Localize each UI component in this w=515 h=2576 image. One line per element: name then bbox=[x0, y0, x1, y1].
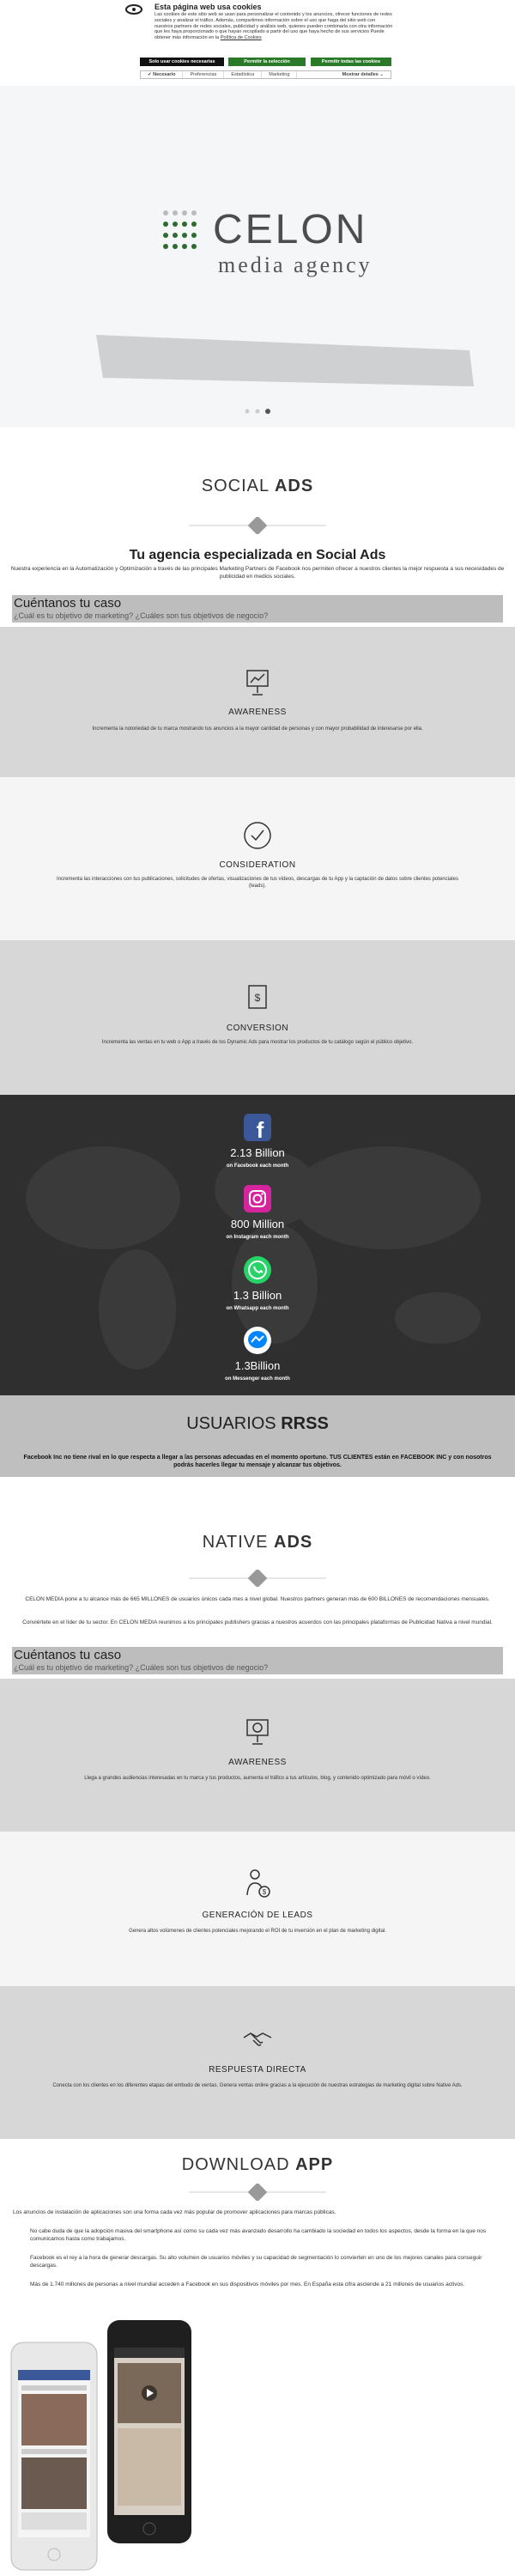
band-title: CONVERSION bbox=[226, 1024, 289, 1033]
band-title: AWARENESS bbox=[228, 708, 287, 717]
phone-mockups-image bbox=[10, 2320, 191, 2571]
band-title: AWARENESS bbox=[228, 1758, 287, 1767]
person-dollar-icon: $ bbox=[246, 1869, 270, 1898]
cookie-banner: Esta página web usa cookies Las cookies … bbox=[0, 0, 515, 86]
stat-number: 1.3 Billion bbox=[233, 1289, 282, 1302]
diamond-divider-icon bbox=[189, 1570, 326, 1587]
rrss-title: USUARIOS RRSS bbox=[186, 1414, 329, 1433]
download-p1: Los anuncios de instalación de aplicacio… bbox=[13, 2209, 336, 2215]
band-direct-response: RESPUESTA DIRECTA Conecta con los client… bbox=[0, 1986, 515, 2139]
band-desc: Incrementa las interacciones con tus pub… bbox=[57, 877, 458, 889]
social-subhead: Tu agencia especializada en Social Ads bbox=[129, 548, 386, 562]
band-consideration: CONSIDERATION Incrementa las interaccion… bbox=[0, 777, 515, 940]
cookie-policy-link[interactable]: Política de Cookies bbox=[221, 35, 262, 40]
checkbox-statistics[interactable]: Estadística bbox=[224, 71, 263, 78]
download-p2: No cabe duda de que la adopción masiva d… bbox=[30, 2228, 487, 2242]
instagram-icon bbox=[244, 1185, 271, 1212]
slide-shape bbox=[96, 335, 474, 386]
native-p1: CELON MEDIA pone a tu alcance más de 665… bbox=[25, 1596, 490, 1602]
messenger-icon bbox=[244, 1327, 271, 1354]
native-case-bar: Cuéntanos tu caso ¿Cuál es tu objetivo d… bbox=[12, 1647, 503, 1674]
slider-pagination[interactable] bbox=[244, 408, 271, 415]
stat-number: 800 Million bbox=[230, 1218, 285, 1230]
svg-text:$: $ bbox=[263, 1888, 267, 1896]
social-case-bar: Cuéntanos tu caso ¿Cuál es tu objetivo d… bbox=[12, 595, 503, 623]
cookie-title: Esta página web usa cookies bbox=[154, 3, 262, 11]
diamond-divider-icon bbox=[189, 2184, 326, 2201]
celon-logo-dots-icon bbox=[163, 210, 197, 249]
svg-text:$: $ bbox=[255, 992, 261, 1004]
band-title: GENERACIÓN DE LEADS bbox=[202, 1911, 313, 1920]
band-native-awareness: AWARENESS Llega a grandes audiencias int… bbox=[0, 1679, 515, 1832]
stat-number: 1.3Billion bbox=[234, 1359, 281, 1372]
whatsapp-icon bbox=[244, 1256, 271, 1284]
checkbox-marketing[interactable]: Marketing bbox=[262, 71, 298, 78]
cookiebot-logo-icon bbox=[125, 4, 142, 15]
presentation-icon bbox=[246, 1719, 269, 1745]
use-necessary-cookies-button[interactable]: Solo usar cookies necesarias bbox=[140, 58, 224, 66]
band-desc: Incrementa las ventas en tu web o App a … bbox=[101, 1040, 414, 1045]
rrss-section: USUARIOS RRSS Facebook Inc no tiene riva… bbox=[0, 1395, 515, 1477]
stat-label: on Messenger each month bbox=[225, 1376, 290, 1382]
facebook-icon: f bbox=[244, 1114, 271, 1143]
social-ads-title: SOCIAL ADS bbox=[201, 477, 314, 495]
checkbox-preferences[interactable]: Preferencias bbox=[183, 71, 225, 78]
case-title: Cuéntanos tu caso bbox=[14, 596, 122, 611]
band-desc: Conecta con los clientes en los diferent… bbox=[52, 2083, 463, 2088]
case-question: ¿Cuál es tu objetivo de marketing? ¿Cuál… bbox=[14, 611, 269, 620]
download-p4: Más de 1.740 millones de personas a nive… bbox=[30, 2281, 465, 2287]
band-desc: Incrementa la notoriedad de tu marca mos… bbox=[92, 726, 423, 732]
handshake-icon bbox=[243, 2032, 272, 2046]
stat-number: 2.13 Billion bbox=[230, 1146, 285, 1159]
stat-label: on Facebook each month bbox=[226, 1163, 289, 1169]
svg-text:f: f bbox=[257, 1117, 264, 1141]
band-desc: Llega a grandes audiencias interesadas e… bbox=[84, 1776, 431, 1781]
allow-selection-button[interactable]: Permitir la selección bbox=[228, 58, 306, 66]
show-details-link[interactable]: Mostrar detalles ⌄ bbox=[336, 71, 391, 78]
stat-label: on Instagram each month bbox=[226, 1235, 289, 1240]
social-intro: Nuestra experiencia en la Automatización… bbox=[10, 566, 505, 580]
rrss-text: Facebook Inc no tiene rival en lo que re… bbox=[23, 1455, 492, 1468]
allow-all-cookies-button[interactable]: Permitir todas las cookies bbox=[311, 58, 391, 66]
download-app-title: DOWNLOAD APP bbox=[181, 2155, 334, 2174]
check-circle-icon bbox=[244, 822, 271, 849]
hero-slider: CELON media agency bbox=[0, 86, 515, 428]
brand-name: CELON bbox=[213, 207, 368, 252]
dollar-card-icon: $ bbox=[248, 985, 267, 1009]
native-p2: Conviértete en el líder de tu sector. En… bbox=[22, 1619, 493, 1625]
band-desc: Genera altos volúmenes de clientes poten… bbox=[129, 1929, 386, 1934]
stat-label: on Whatsapp each month bbox=[226, 1306, 289, 1311]
band-awareness: AWARENESS Incrementa la notoriedad de tu… bbox=[0, 627, 515, 777]
brand-tagline: media agency bbox=[218, 252, 373, 277]
case-title: Cuéntanos tu caso bbox=[14, 1648, 122, 1662]
cookie-checkboxes: ✔ Necesario Preferencias Estadística Mar… bbox=[140, 70, 391, 79]
band-title: RESPUESTA DIRECTA bbox=[209, 2065, 306, 2075]
diamond-divider-icon bbox=[189, 517, 326, 534]
download-p3: Facebook es el rey a la hora de generar … bbox=[30, 2255, 482, 2269]
social-stats-section: f 2.13 Billion on Facebook each month 80… bbox=[0, 1095, 515, 1395]
checkbox-necessary[interactable]: ✔ Necesario bbox=[141, 71, 184, 78]
band-conversion: $ CONVERSION Incrementa las ventas en tu… bbox=[0, 940, 515, 1095]
band-lead-generation: $ GENERACIÓN DE LEADS Genera altos volúm… bbox=[0, 1832, 515, 1986]
cookie-text: Las cookies de este sitio web se usan pa… bbox=[154, 12, 393, 41]
case-question: ¿Cuál es tu objetivo de marketing? ¿Cuál… bbox=[14, 1663, 269, 1672]
native-ads-title: NATIVE ADS bbox=[202, 1533, 313, 1552]
band-title: CONSIDERATION bbox=[219, 860, 296, 870]
presentation-icon bbox=[246, 670, 269, 696]
